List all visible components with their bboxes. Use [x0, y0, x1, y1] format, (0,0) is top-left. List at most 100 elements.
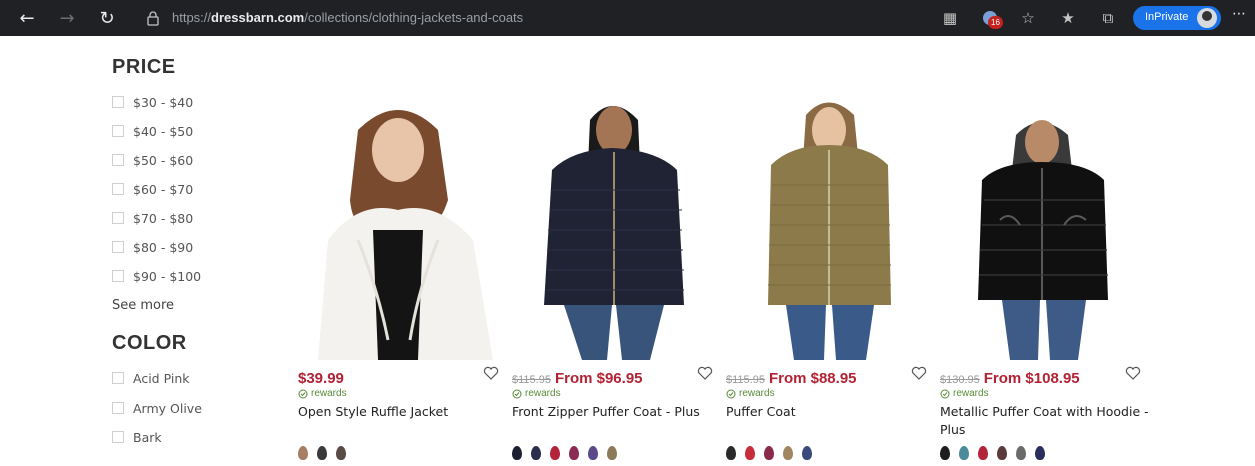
- price-row: $115.95 From $96.95: [512, 368, 643, 387]
- color-swatch[interactable]: [978, 446, 988, 460]
- price-option-label: $90 - $100: [133, 268, 202, 284]
- tracking-count-badge: 16: [988, 16, 1003, 29]
- wishlist-heart-icon[interactable]: [1124, 364, 1142, 382]
- product-card[interactable]: $39.99 rewards Open Style Ruffle Jacket: [298, 90, 508, 466]
- color-option-label: Army Olive: [133, 400, 202, 416]
- color-option[interactable]: Acid Pink: [112, 368, 189, 388]
- rewards-tag: rewards: [512, 388, 561, 399]
- price-option[interactable]: $70 - $80: [112, 208, 193, 228]
- price-option[interactable]: $50 - $60: [112, 150, 193, 170]
- color-option[interactable]: Bark: [112, 427, 162, 447]
- reload-icon[interactable]: ↻: [92, 3, 122, 33]
- address-bar[interactable]: https://dressbarn.com/collections/clothi…: [134, 4, 924, 32]
- color-option[interactable]: Army Olive: [112, 398, 202, 418]
- price: From $108.95: [983, 370, 1080, 387]
- tracking-prevention-icon[interactable]: 16: [978, 6, 1003, 30]
- forward-arrow-icon[interactable]: →: [52, 3, 82, 33]
- color-swatch[interactable]: [783, 446, 793, 460]
- url-text[interactable]: https://dressbarn.com/collections/clothi…: [172, 10, 523, 25]
- price-option[interactable]: $60 - $70: [112, 179, 193, 199]
- price-option-label: $40 - $50: [133, 123, 194, 139]
- rewards-label: rewards: [311, 388, 347, 399]
- price-option-label: $60 - $70: [133, 181, 194, 197]
- color-swatch[interactable]: [745, 446, 755, 460]
- price-option-label: $70 - $80: [133, 210, 194, 226]
- color-option-label: Acid Pink: [133, 370, 190, 386]
- checkbox[interactable]: [112, 372, 124, 384]
- wishlist-heart-icon[interactable]: [910, 364, 928, 382]
- product-image[interactable]: [512, 90, 722, 360]
- price: $39.99: [298, 370, 344, 387]
- original-price: $115.95: [512, 374, 551, 386]
- price-option[interactable]: $90 - $100: [112, 266, 201, 286]
- rewards-label: rewards: [739, 388, 775, 399]
- color-swatch[interactable]: [298, 446, 308, 460]
- color-swatch[interactable]: [588, 446, 598, 460]
- wishlist-heart-icon[interactable]: [696, 364, 714, 382]
- checkbox[interactable]: [112, 270, 124, 282]
- color-swatch[interactable]: [550, 446, 560, 460]
- product-name[interactable]: Metallic Puffer Coat with Hoodie - Plus: [940, 403, 1155, 439]
- color-swatches: [940, 446, 1054, 460]
- checkbox[interactable]: [112, 183, 124, 195]
- more-options-icon[interactable]: ⋯: [1232, 6, 1247, 22]
- color-swatch[interactable]: [569, 446, 579, 460]
- product-name[interactable]: Front Zipper Puffer Coat - Plus: [512, 403, 727, 421]
- product-name[interactable]: Puffer Coat: [726, 403, 941, 421]
- product-image[interactable]: [298, 90, 508, 360]
- color-swatch[interactable]: [726, 446, 736, 460]
- color-swatches: [298, 446, 355, 460]
- product-image[interactable]: [726, 90, 936, 360]
- price-option[interactable]: $30 - $40: [112, 92, 193, 112]
- lock-icon[interactable]: [146, 10, 160, 26]
- browser-toolbar: ← → ↻ https://dressbarn.com/collections/…: [0, 0, 1255, 36]
- color-swatch[interactable]: [997, 446, 1007, 460]
- checkbox[interactable]: [112, 125, 124, 137]
- rewards-label: rewards: [953, 388, 989, 399]
- price-row: $115.95 From $88.95: [726, 368, 857, 387]
- url-path: /collections/clothing-jackets-and-coats: [304, 10, 524, 25]
- checkbox[interactable]: [112, 431, 124, 443]
- checkbox[interactable]: [112, 212, 124, 224]
- color-swatch[interactable]: [959, 446, 969, 460]
- color-swatches: [512, 446, 626, 460]
- color-swatch[interactable]: [764, 446, 774, 460]
- url-domain: dressbarn.com: [211, 10, 305, 25]
- color-swatch[interactable]: [512, 446, 522, 460]
- color-swatch[interactable]: [336, 446, 346, 460]
- price-option[interactable]: $40 - $50: [112, 121, 193, 141]
- product-card[interactable]: $115.95 From $88.95 rewards Puffer Coat: [726, 90, 936, 466]
- color-swatches: [726, 446, 821, 460]
- checkbox[interactable]: [112, 154, 124, 166]
- original-price: $115.95: [726, 374, 765, 386]
- product-name[interactable]: Open Style Ruffle Jacket: [298, 403, 513, 421]
- qr-code-icon[interactable]: ▦: [938, 6, 962, 30]
- wishlist-heart-icon[interactable]: [482, 364, 500, 382]
- color-swatch[interactable]: [802, 446, 812, 460]
- product-image[interactable]: [940, 90, 1150, 360]
- rewards-tag: rewards: [726, 388, 775, 399]
- checkbox[interactable]: [112, 402, 124, 414]
- inprivate-button[interactable]: InPrivate: [1133, 6, 1221, 30]
- product-card[interactable]: $130.95 From $108.95 rewards Metallic Puf…: [940, 90, 1150, 466]
- original-price: $130.95: [940, 374, 980, 386]
- favorites-icon[interactable]: ★: [1056, 6, 1080, 30]
- price-row: $130.95 From $108.95: [940, 368, 1080, 387]
- product-card[interactable]: $115.95 From $96.95 rewards Front Zipper …: [512, 90, 722, 466]
- back-arrow-icon[interactable]: ←: [12, 3, 42, 33]
- url-prefix: https://: [172, 10, 212, 25]
- checkbox[interactable]: [112, 96, 124, 108]
- price-option-label: $50 - $60: [133, 152, 194, 168]
- color-option-label: Bark: [133, 429, 162, 445]
- color-swatch[interactable]: [1016, 446, 1026, 460]
- color-swatch[interactable]: [317, 446, 327, 460]
- see-more-link[interactable]: See more: [112, 298, 174, 313]
- add-favorite-icon[interactable]: ☆: [1016, 6, 1040, 30]
- color-swatch[interactable]: [940, 446, 950, 460]
- price-option[interactable]: $80 - $90: [112, 237, 193, 257]
- color-swatch[interactable]: [531, 446, 541, 460]
- color-swatch[interactable]: [1035, 446, 1045, 460]
- color-swatch[interactable]: [607, 446, 617, 460]
- checkbox[interactable]: [112, 241, 124, 253]
- collections-icon[interactable]: ⧉: [1096, 6, 1120, 30]
